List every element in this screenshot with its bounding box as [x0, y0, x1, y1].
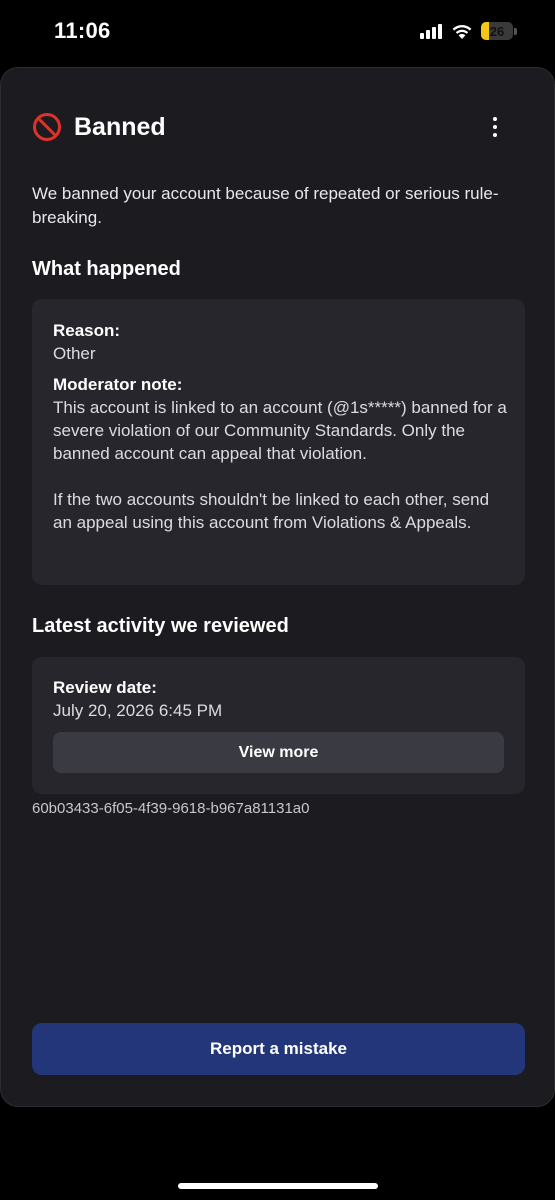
reason-block: Reason: Other	[53, 320, 507, 365]
more-vertical-icon[interactable]	[483, 114, 507, 140]
view-more-button[interactable]: View more	[53, 732, 504, 773]
battery-fill	[481, 22, 490, 40]
review-date-label: Review date:	[53, 678, 157, 697]
review-date-block: Review date: July 20, 2026 6:45 PM	[53, 677, 507, 722]
reference-id: 60b03433-6f05-4f39-9618-b967a81131a0	[32, 800, 310, 817]
latest-activity-title: Latest activity we reviewed	[32, 615, 289, 637]
status-bar: 11:06 26	[0, 0, 555, 62]
moderator-note-paragraph-2: If the two accounts shouldn't be linked …	[53, 490, 490, 532]
moderator-note-paragraph-1: This account is linked to an account (@1…	[53, 398, 507, 463]
sheet-header: Banned	[32, 110, 523, 144]
battery-cap	[514, 27, 517, 35]
what-happened-card: Reason: Other Moderator note: This accou…	[32, 299, 525, 585]
battery-icon: 26	[481, 22, 513, 40]
ban-icon	[33, 113, 61, 141]
review-date-value: July 20, 2026 6:45 PM	[53, 701, 223, 720]
latest-activity-card: Review date: July 20, 2026 6:45 PM View …	[32, 657, 525, 794]
cellular-signal-icon	[420, 23, 442, 39]
banned-sheet: Banned We banned your account because of…	[0, 67, 555, 1107]
moderator-note-label: Moderator note:	[53, 375, 183, 394]
reason-label: Reason:	[53, 321, 121, 340]
what-happened-title: What happened	[32, 258, 181, 280]
home-indicator[interactable]	[178, 1183, 378, 1189]
report-mistake-button[interactable]: Report a mistake	[32, 1023, 525, 1075]
ban-explanation: We banned your account because of repeat…	[32, 184, 499, 227]
reason-value: Other	[53, 344, 96, 363]
page-title: Banned	[74, 112, 166, 141]
wifi-icon	[452, 24, 472, 39]
battery-level: 26	[489, 23, 505, 39]
status-time: 11:06	[54, 18, 111, 43]
moderator-note-block: Moderator note: This account is linked t…	[53, 374, 507, 534]
status-icons: 26	[420, 21, 517, 41]
